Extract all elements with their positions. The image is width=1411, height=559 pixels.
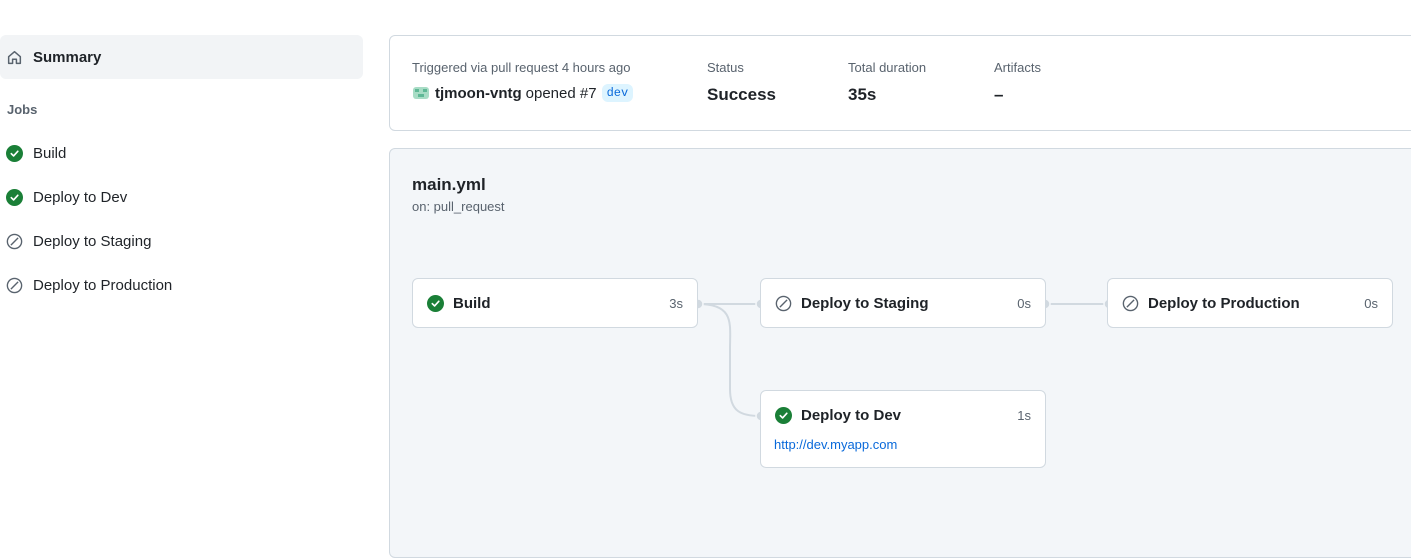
artifacts-value: – — [994, 85, 1004, 104]
artifacts-label: Artifacts — [994, 60, 1041, 75]
job-name: Deploy to Production — [1148, 294, 1300, 312]
workflow-trigger: on: pull_request — [412, 199, 505, 214]
job-name: Deploy to Dev — [801, 406, 902, 424]
job-duration: 1s — [1017, 407, 1031, 423]
skip-icon — [775, 295, 792, 312]
check-circle-icon — [6, 188, 23, 206]
sidebar: Summary Jobs Build Deploy to Dev Deploy … — [0, 0, 365, 548]
trigger-text: Triggered via pull request 4 hours ago — [412, 60, 631, 75]
workflow-graph: main.yml on: pull_request Build 3s Deplo… — [389, 148, 1411, 558]
environment-url-link[interactable]: http://dev.myapp.com — [774, 437, 897, 452]
run-summary-card: Triggered via pull request 4 hours ago t… — [389, 35, 1411, 131]
job-name: Build — [453, 294, 491, 312]
trigger-info: Triggered via pull request 4 hours ago t… — [412, 60, 634, 102]
job-connectors — [692, 298, 1115, 422]
job-node-build[interactable]: Build 3s — [412, 278, 698, 328]
pr-action-text[interactable]: opened #7 — [526, 85, 597, 102]
duration-info: Total duration 35s — [848, 60, 926, 105]
sidebar-item-build[interactable]: Build — [0, 135, 363, 171]
check-circle-icon — [775, 406, 792, 424]
job-duration: 3s — [669, 295, 683, 311]
duration-label: Total duration — [848, 60, 927, 75]
job-node-deploy-production[interactable]: Deploy to Production 0s — [1107, 278, 1393, 328]
sidebar-item-label: Deploy to Production — [33, 276, 173, 294]
skip-icon — [6, 277, 23, 294]
branch-badge[interactable]: dev — [601, 84, 634, 102]
job-name: Deploy to Staging — [801, 294, 929, 312]
check-circle-icon — [6, 144, 23, 162]
sidebar-item-deploy-dev[interactable]: Deploy to Dev — [0, 179, 363, 215]
skip-icon — [1122, 295, 1139, 312]
job-node-deploy-dev[interactable]: Deploy to Dev 1s http://dev.myapp.com — [760, 390, 1046, 468]
skip-icon — [6, 233, 23, 250]
sidebar-item-label: Build — [33, 144, 67, 162]
sidebar-item-label: Deploy to Staging — [33, 232, 152, 250]
workflow-file-name: main.yml — [412, 175, 486, 194]
sidebar-item-summary[interactable]: Summary — [0, 35, 363, 79]
status-label: Status — [707, 60, 744, 75]
home-icon — [6, 49, 23, 66]
check-circle-icon — [427, 294, 444, 312]
job-duration: 0s — [1364, 295, 1378, 311]
sidebar-item-label: Summary — [33, 48, 102, 66]
job-node-deploy-staging[interactable]: Deploy to Staging 0s — [760, 278, 1046, 328]
status-value: Success — [707, 85, 776, 104]
avatar[interactable] — [412, 84, 430, 102]
artifacts-info: Artifacts – — [994, 60, 1041, 105]
sidebar-item-label: Deploy to Dev — [33, 188, 128, 206]
status-info: Status Success — [707, 60, 776, 105]
jobs-heading: Jobs — [7, 102, 38, 117]
job-duration: 0s — [1017, 295, 1031, 311]
actor-link[interactable]: tjmoon-vntg — [435, 85, 522, 102]
duration-value: 35s — [848, 85, 877, 104]
sidebar-item-deploy-production[interactable]: Deploy to Production — [0, 267, 363, 303]
sidebar-item-deploy-staging[interactable]: Deploy to Staging — [0, 223, 363, 259]
